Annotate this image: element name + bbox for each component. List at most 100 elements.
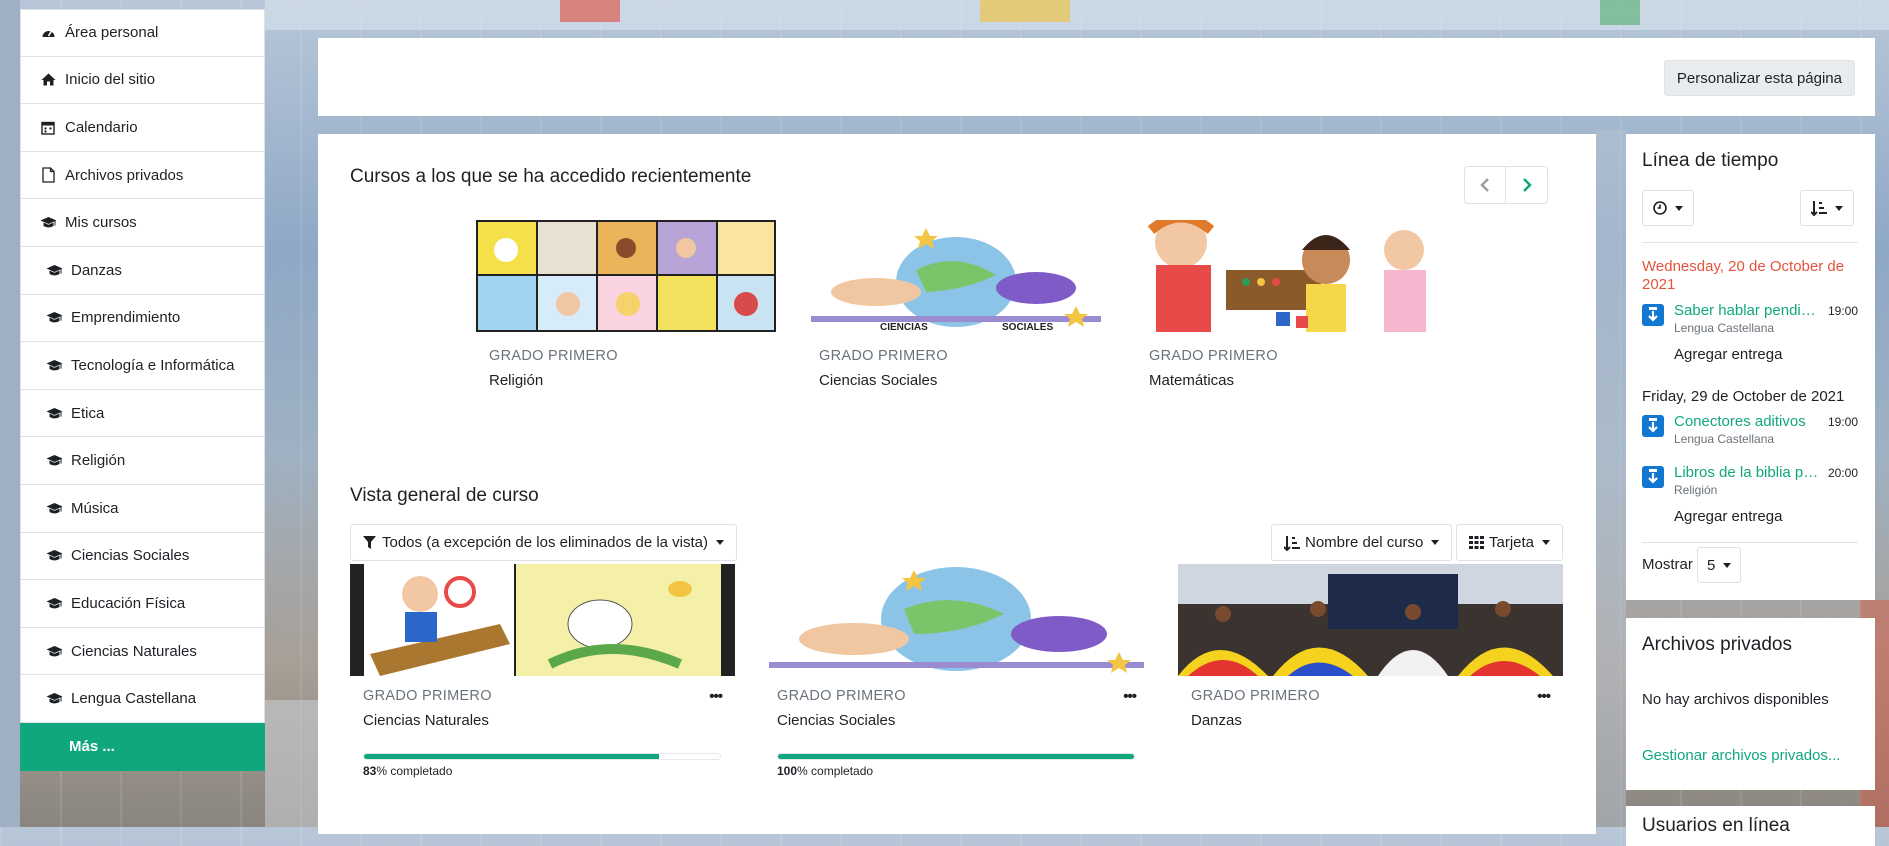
home-icon — [39, 72, 57, 88]
recent-course-card[interactable]: GRADO PRIMERO Religión — [476, 220, 776, 389]
progress-fill — [364, 754, 660, 759]
event-name[interactable]: Libros de la biblia parte — [1674, 464, 1819, 481]
nav-item-emprendimiento[interactable]: Emprendimiento — [20, 294, 265, 343]
recent-course-card[interactable]: GRADO PRIMERO Matemáticas — [1136, 220, 1436, 389]
nav-item-area-personal[interactable]: Área personal — [20, 9, 265, 57]
nav-item-label: Tecnología e Informática — [71, 356, 235, 374]
course-name[interactable]: Ciencias Sociales — [777, 712, 1136, 729]
assignment-icon — [1642, 466, 1664, 488]
event-name[interactable]: Conectores aditivos — [1674, 413, 1819, 430]
progress-fill — [778, 754, 1134, 759]
filter-icon — [363, 536, 376, 549]
customize-page-button[interactable]: Personalizar esta página — [1663, 60, 1855, 96]
graduation-cap-icon — [45, 453, 63, 469]
next-page-button[interactable] — [1506, 166, 1548, 204]
graduation-cap-icon — [45, 357, 63, 373]
nav-item-musica[interactable]: Música — [20, 484, 265, 533]
course-name[interactable]: Matemáticas — [1149, 372, 1423, 389]
nav-item-mis-cursos[interactable]: Mis cursos — [20, 199, 265, 247]
sort-dropdown[interactable]: Nombre del curso — [1271, 524, 1453, 561]
course-filter-dropdown[interactable]: Todos (a excepción de los eliminados de … — [350, 524, 738, 561]
nav-item-educacion-fisica[interactable]: Educación Física — [20, 580, 265, 628]
chevron-left-icon — [1480, 178, 1489, 192]
manage-private-files-link[interactable]: Gestionar archivos privados... — [1642, 747, 1840, 764]
graduation-cap-icon — [45, 691, 63, 707]
course-image — [350, 564, 735, 676]
recent-course-card[interactable]: CIENCIAS SOCIALES GRADO PRIMERO Ciencias… — [806, 220, 1106, 389]
timeline-filter-dropdown[interactable] — [1642, 190, 1694, 226]
view-mode-dropdown[interactable]: Tarjeta — [1456, 524, 1564, 561]
course-card[interactable]: GRADO PRIMERO ••• Ciencias Sociales 100%… — [764, 564, 1149, 778]
assignment-icon — [1642, 304, 1664, 326]
nav-item-label: Mis cursos — [65, 214, 137, 232]
course-image: CIENCIAS SOCIALES — [806, 220, 1106, 332]
page-header: Personalizar esta página — [318, 38, 1875, 116]
nav-item-archivos-privados[interactable]: Archivos privados — [20, 151, 265, 200]
recent-courses-title: Cursos a los que se ha accedido reciente… — [350, 166, 752, 187]
event-course: Lengua Castellana — [1674, 321, 1775, 335]
course-card[interactable]: GRADO PRIMERO ••• Danzas — [1178, 564, 1563, 729]
event-name[interactable]: Saber hablar pendiente — [1674, 302, 1819, 319]
nav-item-label: Ciencias Naturales — [71, 642, 197, 660]
nav-item-label: Danzas — [71, 261, 122, 279]
course-name[interactable]: Ciencias Naturales — [363, 712, 722, 729]
left-navigation: Área personal Inicio del sitio Calendario A… — [20, 9, 265, 771]
nav-item-inicio-del-sitio[interactable]: Inicio del sitio — [20, 56, 265, 105]
more-actions-icon[interactable]: ••• — [709, 688, 723, 705]
nav-item-label: Archivos privados — [65, 166, 184, 184]
add-submission-link[interactable]: Agregar entrega — [1674, 346, 1782, 363]
timeline-event[interactable]: Saber hablar pendiente Lengua Castellana… — [1642, 302, 1858, 342]
course-image — [1178, 564, 1563, 676]
nav-item-ciencias-naturales[interactable]: Ciencias Naturales — [20, 627, 265, 676]
graduation-cap-icon — [45, 310, 63, 326]
sort-icon — [1284, 535, 1300, 551]
nav-item-label: Lengua Castellana — [71, 690, 197, 708]
nav-item-lengua-castellana[interactable]: Lengua Castellana — [20, 675, 265, 723]
divider — [1642, 542, 1858, 543]
nav-item-label: Ciencias Sociales — [71, 547, 190, 565]
course-name[interactable]: Religión — [489, 372, 763, 389]
online-users-title: Usuarios en línea — [1642, 815, 1790, 836]
progress-bar — [777, 753, 1135, 760]
course-name[interactable]: Danzas — [1191, 712, 1550, 729]
file-icon — [39, 167, 57, 183]
graduation-cap-icon — [45, 500, 63, 516]
event-time: 19:00 — [1827, 415, 1858, 429]
nav-item-label: Área personal — [65, 24, 159, 42]
nav-item-tecnologia-e-informatica[interactable]: Tecnología e Informática — [20, 342, 265, 390]
divider — [1642, 242, 1858, 243]
show-count-dropdown[interactable]: 5 — [1697, 547, 1742, 583]
timeline-sort-dropdown[interactable] — [1800, 190, 1854, 226]
course-name[interactable]: Ciencias Sociales — [819, 372, 1093, 389]
show-count-label: Mostrar — [1642, 556, 1693, 573]
more-actions-icon[interactable]: ••• — [1537, 688, 1551, 705]
nav-item-label: Calendario — [65, 118, 138, 136]
private-files-title: Archivos privados — [1642, 634, 1792, 655]
sort-icon — [1811, 201, 1827, 216]
event-course: Lengua Castellana — [1674, 432, 1775, 446]
filter-label: Todos (a excepción de los eliminados de … — [382, 534, 709, 551]
timeline-event[interactable]: Conectores aditivos Lengua Castellana 19… — [1642, 413, 1858, 453]
course-overview-title: Vista general de curso — [350, 485, 539, 506]
nav-item-danzas[interactable]: Danzas — [20, 246, 265, 295]
grid-icon — [1469, 536, 1484, 549]
view-mode-label: Tarjeta — [1489, 534, 1535, 551]
nav-item-ciencias-sociales[interactable]: Ciencias Sociales — [20, 532, 265, 581]
nav-item-calendario[interactable]: Calendario — [20, 104, 265, 152]
nav-item-religion[interactable]: Religión — [20, 437, 265, 485]
nav-item-etica[interactable]: Etica — [20, 389, 265, 438]
course-category: GRADO PRIMERO — [489, 348, 618, 364]
course-card[interactable]: GRADO PRIMERO ••• Ciencias Naturales 83%… — [350, 564, 735, 778]
previous-page-button[interactable] — [1464, 166, 1506, 204]
nav-more-button[interactable]: Más ... — [20, 722, 265, 771]
course-category: GRADO PRIMERO — [777, 688, 906, 704]
private-files-block: Archivos privados No hay archivos dispon… — [1626, 618, 1875, 790]
timeline-event[interactable]: Libros de la biblia parte Religión 20:00 — [1642, 464, 1858, 504]
clock-icon — [1653, 201, 1667, 215]
more-actions-icon[interactable]: ••• — [1123, 688, 1137, 705]
dashboard-icon — [39, 25, 57, 41]
collage-label: SOCIALES — [1002, 322, 1053, 332]
add-submission-link[interactable]: Agregar entrega — [1674, 508, 1782, 525]
assignment-icon — [1642, 415, 1664, 437]
nav-item-label: Música — [71, 499, 119, 517]
